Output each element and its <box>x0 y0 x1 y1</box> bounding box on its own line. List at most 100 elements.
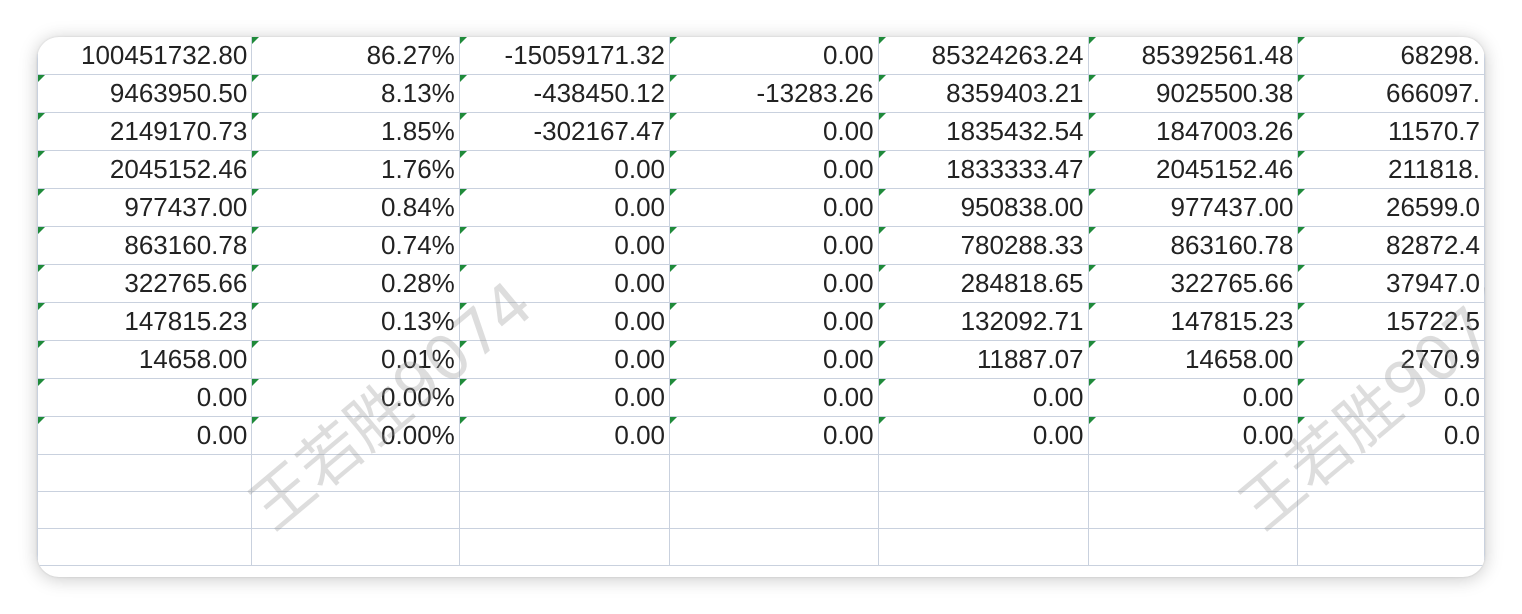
grid-cell[interactable]: -302167.47 <box>459 112 671 151</box>
grid-cell[interactable]: 0.00 <box>37 378 253 417</box>
grid-cell[interactable] <box>459 454 671 492</box>
grid-cell[interactable] <box>251 528 460 566</box>
grid-cell[interactable]: 0.00 <box>1088 378 1299 417</box>
grid-cell[interactable]: 863160.78 <box>1088 226 1299 265</box>
grid-cell[interactable]: 14658.00 <box>1088 340 1299 379</box>
grid-cell[interactable]: 15722.5 <box>1297 302 1485 341</box>
grid-cell[interactable] <box>459 491 671 529</box>
grid-cell[interactable]: 132092.71 <box>878 302 1089 341</box>
grid-cell[interactable]: 85324263.24 <box>878 37 1089 75</box>
grid-cell[interactable] <box>1088 454 1299 492</box>
grid-cell[interactable]: 0.00 <box>878 378 1089 417</box>
grid-cell[interactable]: 0.01% <box>251 340 460 379</box>
grid-cell[interactable]: 8.13% <box>251 74 460 113</box>
grid-cell[interactable]: 147815.23 <box>1088 302 1299 341</box>
grid-cell[interactable]: 322765.66 <box>1088 264 1299 303</box>
grid-cell[interactable]: 2045152.46 <box>37 150 253 189</box>
grid-cell[interactable] <box>1297 454 1485 492</box>
grid-cell[interactable]: 284818.65 <box>878 264 1089 303</box>
grid-cell[interactable]: 0.00 <box>459 188 671 227</box>
grid-cell[interactable]: 11570.7 <box>1297 112 1485 151</box>
grid-cell[interactable]: 1833333.47 <box>878 150 1089 189</box>
grid-cell[interactable]: 0.00 <box>459 226 671 265</box>
grid-cell[interactable]: 0.00 <box>669 264 879 303</box>
grid-cell[interactable]: 0.84% <box>251 188 460 227</box>
grid-cell[interactable] <box>878 454 1089 492</box>
grid-cell[interactable]: -13283.26 <box>669 74 879 113</box>
grid-cell[interactable]: 1.85% <box>251 112 460 151</box>
grid-cell[interactable]: 0.13% <box>251 302 460 341</box>
grid-cell[interactable]: 0.00 <box>669 188 879 227</box>
grid-cell[interactable]: 9025500.38 <box>1088 74 1299 113</box>
error-indicator-icon <box>1088 75 1096 82</box>
grid-cell[interactable]: 2045152.46 <box>1088 150 1299 189</box>
grid-cell[interactable]: 977437.00 <box>37 188 253 227</box>
grid-cell[interactable]: 147815.23 <box>37 302 253 341</box>
grid-cell[interactable]: 0.00 <box>669 37 879 75</box>
grid-cell[interactable] <box>1297 528 1485 566</box>
grid-cell[interactable]: 0.00 <box>459 264 671 303</box>
grid-cell[interactable]: 0.00 <box>459 416 671 455</box>
grid-cell[interactable]: 26599.0 <box>1297 188 1485 227</box>
grid-cell[interactable]: 1.76% <box>251 150 460 189</box>
grid-cell[interactable] <box>669 491 879 529</box>
grid-cell[interactable]: 1847003.26 <box>1088 112 1299 151</box>
grid-cell[interactable]: -438450.12 <box>459 74 671 113</box>
grid-cell[interactable]: 0.00 <box>669 226 879 265</box>
grid-cell[interactable]: 0.00% <box>251 416 460 455</box>
grid-cell[interactable] <box>878 528 1089 566</box>
grid-cell[interactable]: 85392561.48 <box>1088 37 1299 75</box>
grid-cell[interactable] <box>37 528 253 566</box>
grid-cell[interactable]: 0.28% <box>251 264 460 303</box>
grid-cell[interactable]: 2770.9 <box>1297 340 1485 379</box>
grid-cell[interactable]: 0.00 <box>669 112 879 151</box>
grid-cell[interactable]: 211818. <box>1297 150 1485 189</box>
grid-cell[interactable] <box>251 491 460 529</box>
grid-cell[interactable]: 86.27% <box>251 37 460 75</box>
grid-cell[interactable] <box>251 454 460 492</box>
grid-cell[interactable]: 0.00 <box>459 302 671 341</box>
grid-cell[interactable]: 0.00 <box>459 340 671 379</box>
grid-cell[interactable]: 666097. <box>1297 74 1485 113</box>
grid-cell[interactable]: 0.00 <box>459 378 671 417</box>
grid-cell[interactable]: 11887.07 <box>878 340 1089 379</box>
grid-cell[interactable] <box>1088 528 1299 566</box>
grid-cell[interactable]: 950838.00 <box>878 188 1089 227</box>
grid-cell[interactable]: 0.00 <box>669 416 879 455</box>
grid-cell[interactable]: 14658.00 <box>37 340 253 379</box>
grid-cell[interactable]: 2149170.73 <box>37 112 253 151</box>
grid-cell[interactable]: 0.00% <box>251 378 460 417</box>
grid-cell[interactable]: 100451732.80 <box>37 37 253 75</box>
grid-cell[interactable]: 0.00 <box>37 416 253 455</box>
grid-cell[interactable]: 0.0 <box>1297 416 1485 455</box>
grid-cell[interactable] <box>37 491 253 529</box>
grid-cell[interactable]: -15059171.32 <box>459 37 671 75</box>
grid-cell[interactable] <box>1088 491 1299 529</box>
grid-cell[interactable]: 0.0 <box>1297 378 1485 417</box>
grid-cell[interactable] <box>669 454 879 492</box>
grid-cell[interactable] <box>1297 491 1485 529</box>
grid-cell[interactable]: 0.00 <box>1088 416 1299 455</box>
grid-cell[interactable] <box>459 528 671 566</box>
grid-cell[interactable]: 8359403.21 <box>878 74 1089 113</box>
grid-cell[interactable]: 0.00 <box>669 302 879 341</box>
grid-cell[interactable]: 0.00 <box>878 416 1089 455</box>
grid-cell[interactable]: 322765.66 <box>37 264 253 303</box>
cell-value: 666097. <box>1386 78 1480 108</box>
grid-cell[interactable]: 82872.4 <box>1297 226 1485 265</box>
grid-cell[interactable]: 977437.00 <box>1088 188 1299 227</box>
grid-cell[interactable] <box>669 528 879 566</box>
grid-cell[interactable]: 863160.78 <box>37 226 253 265</box>
grid-cell[interactable]: 0.00 <box>459 150 671 189</box>
grid-cell[interactable]: 0.00 <box>669 378 879 417</box>
grid-cell[interactable]: 0.00 <box>669 150 879 189</box>
grid-cell[interactable]: 0.00 <box>669 340 879 379</box>
grid-cell[interactable] <box>37 454 253 492</box>
grid-cell[interactable]: 780288.33 <box>878 226 1089 265</box>
grid-cell[interactable]: 1835432.54 <box>878 112 1089 151</box>
grid-cell[interactable]: 9463950.50 <box>37 74 253 113</box>
grid-cell[interactable] <box>878 491 1089 529</box>
grid-cell[interactable]: 68298. <box>1297 37 1485 75</box>
grid-cell[interactable]: 37947.0 <box>1297 264 1485 303</box>
grid-cell[interactable]: 0.74% <box>251 226 460 265</box>
